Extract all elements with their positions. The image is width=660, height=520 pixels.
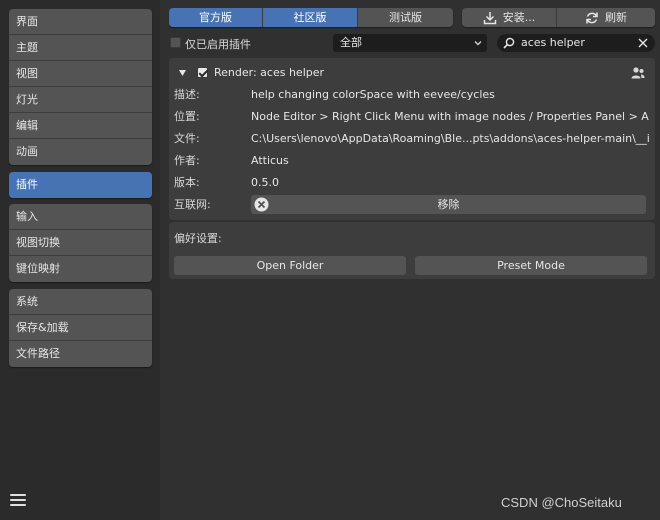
file-label: 文件: bbox=[174, 132, 200, 145]
description-label: 描述: bbox=[174, 88, 200, 101]
sidebar: 界面 主题 视图 灯光 编辑 动画 插件 输入 视图切换 键位映射 系统 保存&… bbox=[0, 0, 160, 520]
author-row: 作者: Atticus bbox=[169, 150, 655, 172]
open-folder-button[interactable]: Open Folder bbox=[174, 256, 406, 275]
refresh-icon bbox=[586, 12, 598, 23]
remove-label: 移除 bbox=[437, 198, 460, 211]
filter-row: 仅已启用插件 全部 aces helper bbox=[169, 34, 655, 52]
search-input[interactable]: aces helper bbox=[497, 34, 655, 52]
file-value: C:\Users\lenovo\AppData\Roaming\Ble...pt… bbox=[251, 132, 649, 145]
expand-triangle-icon[interactable] bbox=[179, 70, 186, 76]
search-value: aces helper bbox=[521, 36, 585, 49]
remove-button[interactable]: 移除 bbox=[251, 195, 646, 214]
sidebar-item-editing[interactable]: 编辑 bbox=[9, 113, 152, 139]
source-tabs: 官方版 社区版 测试版 bbox=[169, 8, 453, 27]
community-user-icon bbox=[631, 67, 645, 79]
sidebar-item-viewport[interactable]: 视图 bbox=[9, 61, 152, 87]
nav-group-addons: 插件 bbox=[9, 172, 152, 198]
version-label: 版本: bbox=[174, 176, 200, 189]
location-row: 位置: Node Editor > Right Click Menu with … bbox=[169, 106, 655, 128]
sidebar-item-file-paths[interactable]: 文件路径 bbox=[9, 341, 152, 367]
sidebar-item-themes[interactable]: 主题 bbox=[9, 35, 152, 61]
enabled-only-label: 仅已启用插件 bbox=[185, 38, 251, 51]
preferences-panel: 偏好设置: Open Folder Preset Mode bbox=[169, 222, 655, 279]
author-label: 作者: bbox=[174, 154, 200, 167]
addon-header[interactable]: Render: aces helper bbox=[169, 58, 655, 86]
sidebar-item-system[interactable]: 系统 bbox=[9, 289, 152, 315]
tab-community[interactable]: 社区版 bbox=[263, 8, 358, 27]
clear-search-icon[interactable] bbox=[638, 38, 648, 48]
addon-enabled-checkbox[interactable] bbox=[197, 67, 208, 78]
category-dropdown[interactable]: 全部 bbox=[333, 34, 487, 52]
remove-icon bbox=[254, 197, 269, 212]
install-label: 安装... bbox=[502, 11, 536, 24]
location-label: 位置: bbox=[174, 110, 200, 123]
install-button[interactable]: 安装... bbox=[462, 8, 557, 27]
watermark: CSDN @ChoSeitaku bbox=[501, 495, 622, 510]
refresh-button[interactable]: 刷新 bbox=[557, 8, 655, 27]
description-value: help changing colorSpace with eevee/cycl… bbox=[251, 88, 495, 101]
menu-icon[interactable] bbox=[10, 494, 26, 508]
sidebar-item-save-load[interactable]: 保存&加载 bbox=[9, 315, 152, 341]
download-icon bbox=[483, 11, 496, 24]
description-row: 描述: help changing colorSpace with eevee/… bbox=[169, 84, 655, 106]
chevron-down-icon bbox=[474, 41, 482, 46]
search-icon bbox=[503, 37, 515, 49]
install-refresh-group: 安装... 刷新 bbox=[462, 8, 655, 27]
internet-label: 互联网: bbox=[174, 198, 211, 211]
sidebar-item-addons[interactable]: 插件 bbox=[9, 172, 152, 198]
sidebar-item-lights[interactable]: 灯光 bbox=[9, 87, 152, 113]
location-value: Node Editor > Right Click Menu with imag… bbox=[251, 110, 649, 123]
enabled-only-checkbox[interactable] bbox=[170, 37, 181, 48]
nav-group-system: 系统 保存&加载 文件路径 bbox=[9, 289, 152, 367]
addon-title: Render: aces helper bbox=[214, 66, 325, 79]
sidebar-item-animation[interactable]: 动画 bbox=[9, 139, 152, 165]
file-row: 文件: C:\Users\lenovo\AppData\Roaming\Ble.… bbox=[169, 128, 655, 150]
sidebar-item-interface[interactable]: 界面 bbox=[9, 9, 152, 35]
version-row: 版本: 0.5.0 bbox=[169, 172, 655, 194]
refresh-label: 刷新 bbox=[605, 11, 627, 24]
category-value: 全部 bbox=[340, 36, 362, 49]
sidebar-item-navigation[interactable]: 视图切换 bbox=[9, 230, 152, 256]
sidebar-item-input[interactable]: 输入 bbox=[9, 204, 152, 230]
preferences-title: 偏好设置: bbox=[174, 232, 222, 245]
addon-panel: Render: aces helper 描述: help changing co… bbox=[169, 58, 655, 220]
author-value: Atticus bbox=[251, 154, 289, 167]
tab-official[interactable]: 官方版 bbox=[169, 8, 263, 27]
tab-testing[interactable]: 测试版 bbox=[358, 8, 453, 27]
nav-group-general: 界面 主题 视图 灯光 编辑 动画 bbox=[9, 9, 152, 165]
version-value: 0.5.0 bbox=[251, 176, 279, 189]
nav-group-input: 输入 视图切换 键位映射 bbox=[9, 204, 152, 282]
sidebar-item-keymap[interactable]: 键位映射 bbox=[9, 256, 152, 282]
preset-mode-button[interactable]: Preset Mode bbox=[415, 256, 647, 275]
